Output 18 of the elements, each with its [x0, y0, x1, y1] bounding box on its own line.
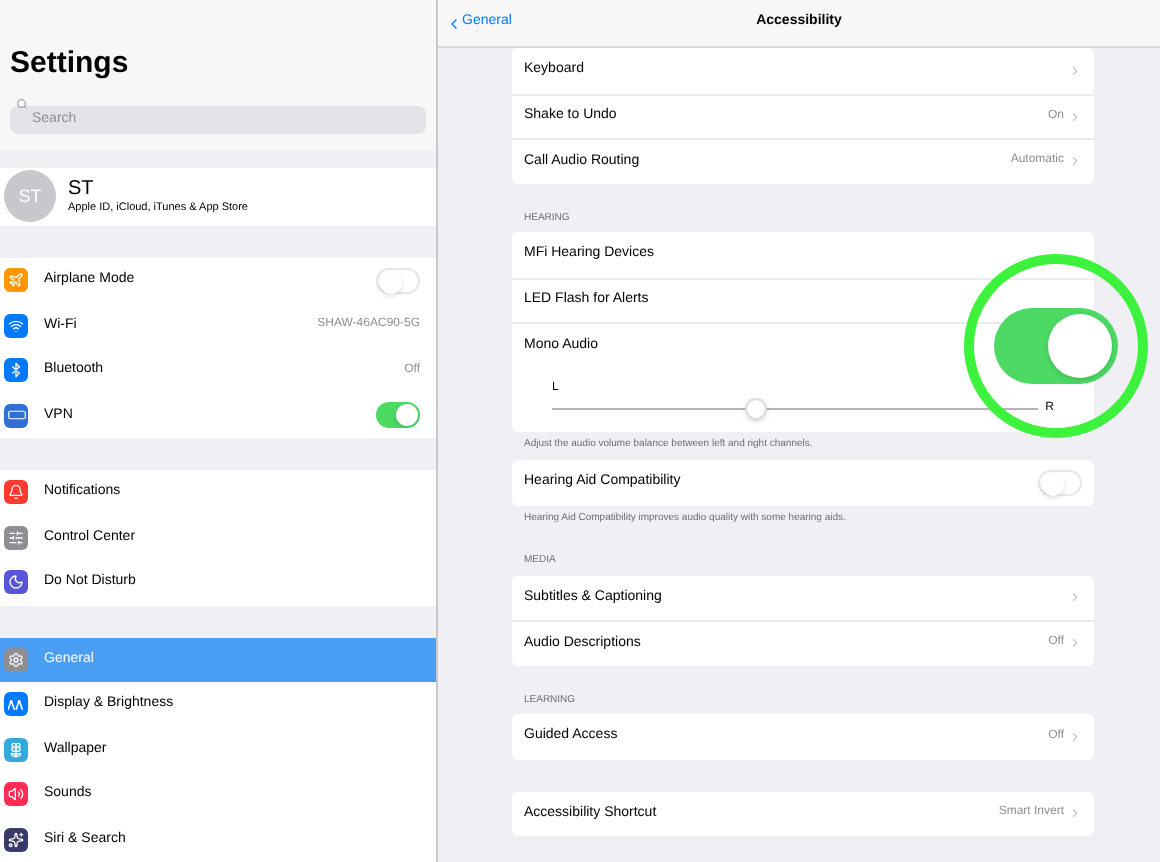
toggle-switch[interactable] [376, 402, 420, 429]
chevron-right-icon [1068, 806, 1082, 821]
chevron-right-icon [1068, 154, 1082, 169]
slider-thumb[interactable] [744, 397, 767, 419]
chevron-left-icon [446, 15, 462, 31]
avatar: ST [4, 170, 56, 223]
chevron-right-icon [1068, 590, 1082, 605]
balance-slider[interactable] [552, 397, 1038, 419]
chevron-right-icon [1068, 636, 1082, 651]
sidebar-title: Settings [10, 48, 131, 78]
search-icon [16, 98, 28, 110]
chevron-right-icon [1068, 109, 1082, 124]
toggle-switch[interactable] [1038, 469, 1082, 496]
toggle-switch[interactable] [994, 308, 1118, 384]
chevron-right-icon [1068, 729, 1082, 744]
chevron-right-icon [1068, 63, 1082, 78]
profile-name: ST [68, 177, 96, 202]
toggle-switch[interactable] [376, 267, 420, 294]
